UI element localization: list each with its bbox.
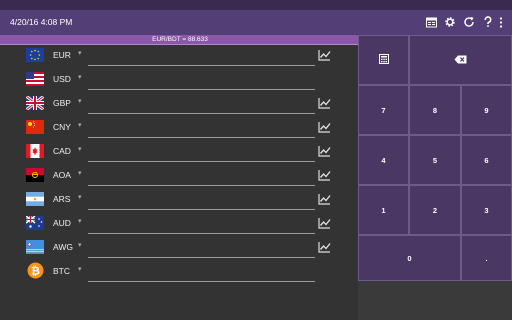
more-vert-icon[interactable] [496, 15, 506, 29]
exchange-rate-bar: EUR/BDT = 88.633 [0, 35, 360, 45]
key-0[interactable]: 0 [358, 235, 461, 281]
chart-icon[interactable] [318, 240, 331, 253]
currency-row-cny[interactable]: CNY ▾ [0, 117, 360, 141]
status-bar [0, 0, 512, 10]
currency-row-ars[interactable]: ARS ▾ [0, 189, 360, 213]
flag-ao-icon [26, 168, 44, 182]
amount-field[interactable] [88, 257, 315, 258]
currency-code: AWG [53, 242, 73, 252]
dropdown-caret-icon[interactable]: ▾ [78, 121, 82, 129]
currency-row-btc[interactable]: ₿ BTC ▾ [0, 261, 360, 285]
amount-field[interactable] [88, 209, 315, 210]
amount-field[interactable] [88, 113, 315, 114]
help-icon[interactable] [481, 15, 495, 29]
key-8[interactable]: 8 [409, 85, 461, 135]
currency-list: EUR ▾ USD ▾ GBP ▾ CNY ▾ CAD ▾ AOA ▾ ARS … [0, 45, 360, 320]
amount-field[interactable] [88, 137, 315, 138]
refresh-icon[interactable] [462, 15, 476, 29]
chart-icon[interactable] [318, 120, 331, 133]
chart-icon[interactable] [318, 96, 331, 109]
chart-icon[interactable] [318, 192, 331, 205]
amount-field[interactable] [88, 185, 315, 186]
amount-field[interactable] [88, 65, 315, 66]
currency-row-gbp[interactable]: GBP ▾ [0, 93, 360, 117]
currency-code: USD [53, 74, 71, 84]
key-4[interactable]: 4 [358, 135, 409, 185]
dropdown-caret-icon[interactable]: ▾ [78, 217, 82, 225]
flag-au-icon [26, 216, 44, 230]
gear-icon[interactable] [443, 15, 457, 29]
currency-row-cad[interactable]: CAD ▾ [0, 141, 360, 165]
dropdown-caret-icon[interactable]: ▾ [78, 49, 82, 57]
dropdown-caret-icon[interactable]: ▾ [78, 97, 82, 105]
currency-code: AUD [53, 218, 71, 228]
chart-icon[interactable] [318, 168, 331, 181]
amount-field[interactable] [88, 89, 315, 90]
currency-code: EUR [53, 50, 71, 60]
key-3[interactable]: 3 [461, 185, 512, 235]
chart-icon[interactable] [318, 144, 331, 157]
dropdown-caret-icon[interactable]: ▾ [78, 241, 82, 249]
dropdown-caret-icon[interactable]: ▾ [78, 169, 82, 177]
amount-field[interactable] [88, 161, 315, 162]
key-1[interactable]: 1 [358, 185, 409, 235]
chart-icon[interactable] [318, 216, 331, 229]
amount-field[interactable] [88, 233, 315, 234]
flag-eu-icon [26, 48, 44, 62]
dropdown-caret-icon[interactable]: ▾ [78, 145, 82, 153]
currency-code: BTC [53, 266, 70, 276]
currency-row-aud[interactable]: AUD ▾ [0, 213, 360, 237]
app-toolbar: 4/20/16 4:08 PM [0, 10, 512, 35]
key-5[interactable]: 5 [409, 135, 461, 185]
dropdown-caret-icon[interactable]: ▾ [78, 265, 82, 273]
flag-us-icon [26, 72, 44, 86]
flag-ar-icon [26, 192, 44, 206]
dropdown-caret-icon[interactable]: ▾ [78, 73, 82, 81]
key-7[interactable]: 7 [358, 85, 409, 135]
key-decimal[interactable]: . [461, 235, 512, 281]
currency-row-aoa[interactable]: AOA ▾ [0, 165, 360, 189]
currency-code: ARS [53, 194, 71, 204]
flag-aw-icon [26, 240, 44, 254]
bitcoin-logo-icon: ₿ [27, 262, 44, 279]
currency-row-usd[interactable]: USD ▾ [0, 69, 360, 93]
currency-code: AOA [53, 170, 71, 180]
key-6[interactable]: 6 [461, 135, 512, 185]
amount-field[interactable] [88, 281, 315, 282]
calculator-icon [378, 54, 389, 66]
flag-ca-icon [26, 144, 44, 158]
currency-row-awg[interactable]: AWG ▾ [0, 237, 360, 261]
flag-uk-icon [26, 96, 44, 110]
currency-code: CAD [53, 146, 71, 156]
currency-row-eur[interactable]: EUR ▾ [0, 45, 360, 69]
key-2[interactable]: 2 [409, 185, 461, 235]
save-icon[interactable] [424, 15, 438, 29]
numeric-keypad: 7 8 9 4 5 6 1 2 3 0 . [358, 35, 512, 320]
flag-cn-icon [26, 120, 44, 134]
backspace-icon [454, 55, 467, 66]
backspace-key[interactable] [409, 35, 512, 85]
key-9[interactable]: 9 [461, 85, 512, 135]
calculator-key[interactable] [358, 35, 409, 85]
currency-code: CNY [53, 122, 71, 132]
chart-icon[interactable] [318, 48, 331, 61]
dropdown-caret-icon[interactable]: ▾ [78, 193, 82, 201]
date-time-label: 4/20/16 4:08 PM [10, 17, 73, 27]
svg-text:₿: ₿ [31, 265, 40, 278]
currency-code: GBP [53, 98, 71, 108]
